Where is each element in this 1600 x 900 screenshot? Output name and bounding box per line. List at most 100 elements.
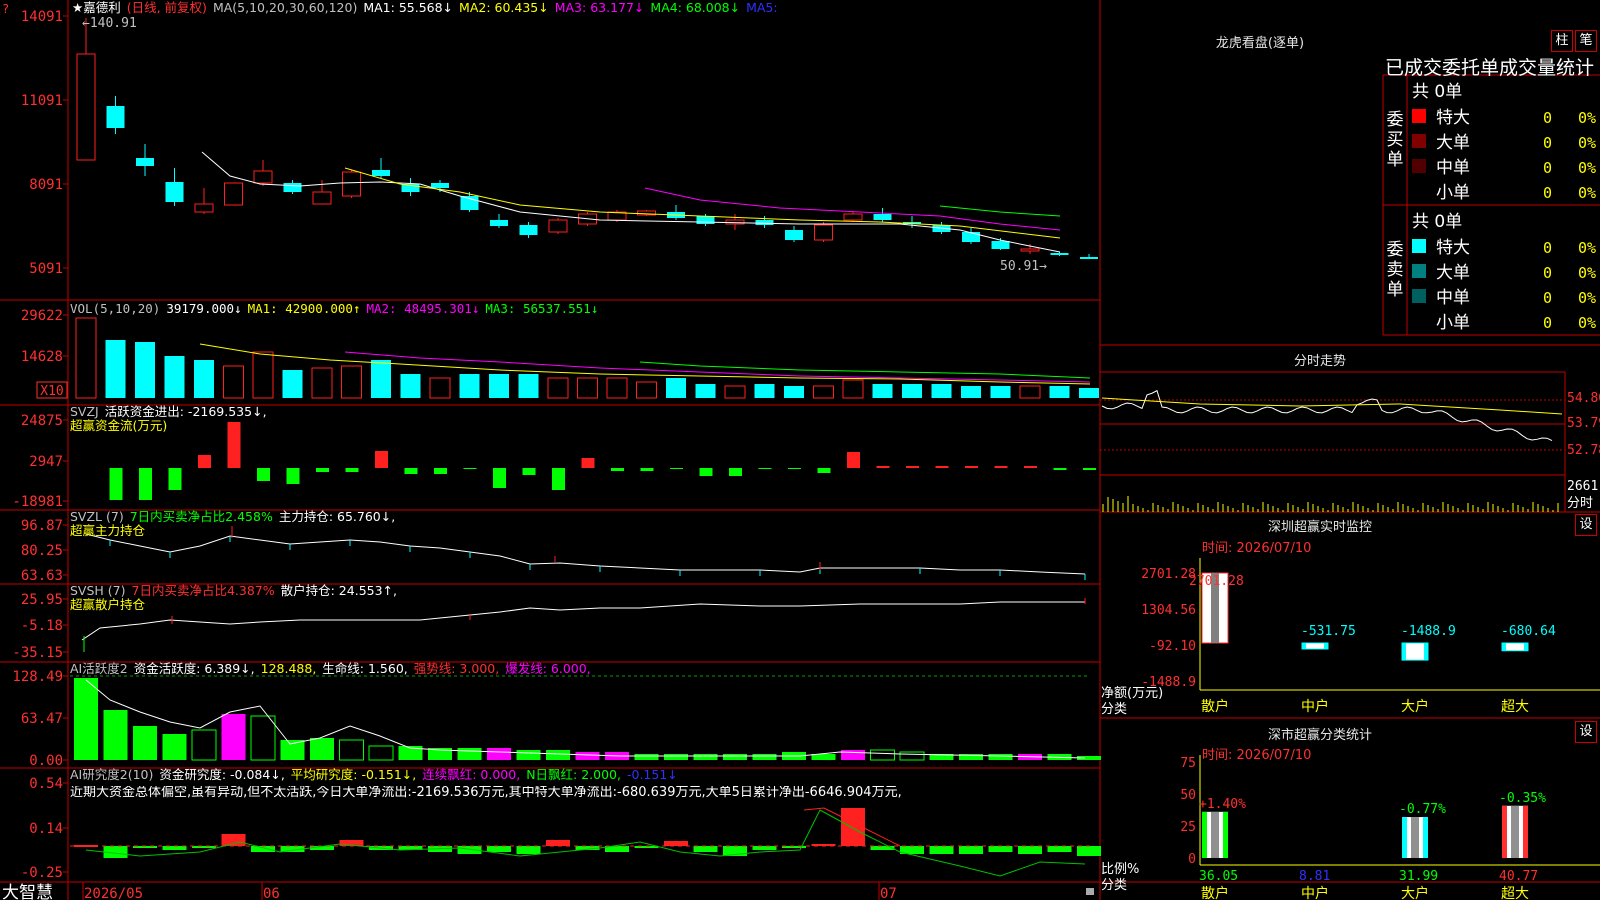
classify-bar-edge bbox=[1402, 817, 1407, 858]
svzj-bar-up bbox=[375, 451, 388, 468]
ai1-bar-hollow bbox=[368, 745, 394, 761]
ai2-note: 近期大资金总体偏空,虽有异动,但不太活跃,今日大单净流出:-2169.536万元… bbox=[70, 786, 902, 800]
ai2-bar-down bbox=[487, 846, 511, 852]
ai1-bar bbox=[664, 754, 688, 760]
vol-bar-up bbox=[636, 381, 657, 399]
sell-side-label: 单 bbox=[1387, 280, 1404, 300]
svzj-bar-up bbox=[906, 466, 919, 468]
monitor-title: 深圳超赢实时监控 bbox=[1267, 520, 1372, 535]
monitor-bar-edge bbox=[1524, 643, 1528, 651]
bar-mode-button[interactable]: 柱 bbox=[1551, 30, 1573, 52]
svzj-bar-down bbox=[139, 468, 152, 500]
ai1-label: AI活跃度2 bbox=[70, 661, 128, 676]
monitor-y-label: -92.10 bbox=[1149, 639, 1196, 654]
monitor-y-label: 1304.56 bbox=[1141, 603, 1196, 618]
stock-name[interactable]: 嘉德利 bbox=[83, 0, 121, 15]
sell-row-name: 中单 bbox=[1436, 288, 1470, 308]
ai1-y-label: 0.00 bbox=[29, 753, 63, 769]
monitor-settings-button[interactable]: 设 bbox=[1575, 514, 1597, 536]
vol-bar-down bbox=[990, 386, 1011, 398]
vol-bar-up bbox=[606, 377, 628, 399]
ai2-header: AI研究度2(10) 资金研究度: -0.084↓, 平均研究度: -0.151↓,… bbox=[70, 768, 1100, 800]
low-label: 50.91→ bbox=[1000, 259, 1047, 274]
svsh-desc: 7日内买卖净占比4.387% bbox=[131, 583, 275, 598]
vol-bar-down bbox=[695, 384, 716, 398]
sell-row-name: 特大 bbox=[1436, 238, 1470, 258]
ai1-y-label: 128.49 bbox=[12, 669, 63, 685]
classify-value-label: 40.77 bbox=[1499, 869, 1538, 884]
vol-ma2: MA2: 48495.301↓ bbox=[366, 301, 480, 316]
classify-bar-edge bbox=[1202, 811, 1207, 858]
high-label: ←140.91 bbox=[82, 16, 137, 31]
buy-side-label: 买 bbox=[1387, 130, 1404, 150]
svzj-bar-down bbox=[552, 468, 565, 490]
fenshi-y-label: 53.79 bbox=[1567, 416, 1600, 431]
candle-down bbox=[991, 241, 1010, 249]
monitor-category: 大户 bbox=[1401, 698, 1429, 715]
ai2-a: 资金研究度: -0.084↓, bbox=[159, 767, 285, 782]
ma4-value: MA4: 68.008↓ bbox=[650, 0, 741, 15]
svsh-y-label: 25.95 bbox=[21, 592, 63, 608]
vol-unit: X10 bbox=[40, 384, 63, 399]
classify-value-label: 8.81 bbox=[1299, 869, 1330, 884]
svzj-bar-up bbox=[847, 452, 860, 468]
ai2-e: -0.151↓ bbox=[626, 767, 678, 782]
svzj-bar-down bbox=[611, 468, 624, 471]
buy-row-value: 0 bbox=[1543, 184, 1552, 202]
svsh-header: SVSH (7) 7日内买卖净占比4.387% 散户持仓: 24.553↑, 超赢散… bbox=[70, 584, 403, 612]
ai2-bar-up bbox=[546, 840, 570, 846]
ai2-b: 平均研究度: -0.151↓, bbox=[290, 767, 417, 782]
vol-bar-down bbox=[400, 374, 421, 398]
ma-label: MA(5,10,20,30,60,120) bbox=[212, 0, 358, 15]
buy-row-value: 0 bbox=[1543, 109, 1552, 127]
svzj-bar-down bbox=[699, 468, 713, 476]
tick-mode-button[interactable]: 笔 bbox=[1575, 30, 1597, 52]
classify-time: 时间: 2026/07/10 bbox=[1202, 748, 1312, 763]
ai1-bar bbox=[457, 748, 482, 760]
buy-side-label: 委 bbox=[1387, 110, 1404, 130]
svzj-bar-up bbox=[965, 466, 978, 468]
svsh-sub: 超赢散户持仓 bbox=[70, 597, 146, 612]
candle-down bbox=[962, 232, 980, 242]
kline-header: ★嘉德利 (日线, 前复权) MA(5,10,20,30,60,120) MA1: 5… bbox=[72, 1, 784, 15]
candle-down bbox=[785, 230, 803, 240]
vol-bar-down bbox=[105, 340, 126, 398]
ai1-header: AI活跃度2 资金活跃度: 6.389↓, 128.488, 生命线: 1.560, 强… bbox=[70, 662, 597, 676]
sell-swatch bbox=[1412, 264, 1426, 278]
ai2-y-label: -0.25 bbox=[21, 865, 63, 881]
lhb-title: 龙虎看盘(逐单) bbox=[1215, 36, 1305, 51]
vol-ma3: MA3: 56537.551↓ bbox=[485, 301, 599, 316]
ai1-a: 资金活跃度: 6.389↓, bbox=[133, 661, 255, 676]
sell-row-pct: 0% bbox=[1578, 239, 1596, 257]
ai1-bar-hollow bbox=[870, 749, 895, 761]
monitor-category: 中户 bbox=[1301, 698, 1329, 715]
fenshi-unit: 分时 bbox=[1567, 496, 1593, 511]
monitor-y-label: 2701.28 bbox=[1141, 567, 1196, 582]
ai1-y-label: 63.47 bbox=[21, 711, 63, 727]
sell-swatch bbox=[1412, 239, 1426, 253]
ai1-bar bbox=[310, 738, 334, 760]
classify-title: 深市超赢分类统计 bbox=[1267, 728, 1372, 743]
sell-row-name: 小单 bbox=[1436, 313, 1470, 333]
buy-row-pct: 0% bbox=[1578, 134, 1596, 152]
classify-settings-button[interactable]: 设 bbox=[1575, 721, 1597, 743]
ma2-value: MA2: 60.435↓ bbox=[459, 0, 549, 15]
brand-label: 大智慧 bbox=[2, 883, 53, 900]
kline-y-label: 8091 bbox=[29, 177, 63, 193]
ai1-bar-hollow bbox=[339, 739, 364, 761]
ai2-bar-down bbox=[162, 846, 187, 850]
star-icon: ★ bbox=[72, 0, 84, 15]
chart-canvas[interactable]: 14091 11091 8091 5091 29622 14628 24875 2947 -18… bbox=[0, 0, 1600, 900]
buy-side-label: 单 bbox=[1387, 150, 1404, 170]
vol-y-label: 14628 bbox=[21, 349, 63, 365]
period-label[interactable]: (日线, 前复权) bbox=[127, 0, 207, 15]
vol-bar-down bbox=[961, 386, 981, 398]
ai1-bar-magenta bbox=[575, 752, 600, 760]
ai1-bar bbox=[723, 754, 747, 760]
monitor-time: 时间: 2026/07/10 bbox=[1202, 541, 1312, 556]
svzj-bar-down bbox=[434, 468, 447, 474]
ai2-bar-down bbox=[251, 846, 275, 852]
ai2-bar-down bbox=[1018, 846, 1042, 854]
candle-down bbox=[1050, 253, 1069, 255]
vol-bar-down bbox=[282, 370, 303, 398]
